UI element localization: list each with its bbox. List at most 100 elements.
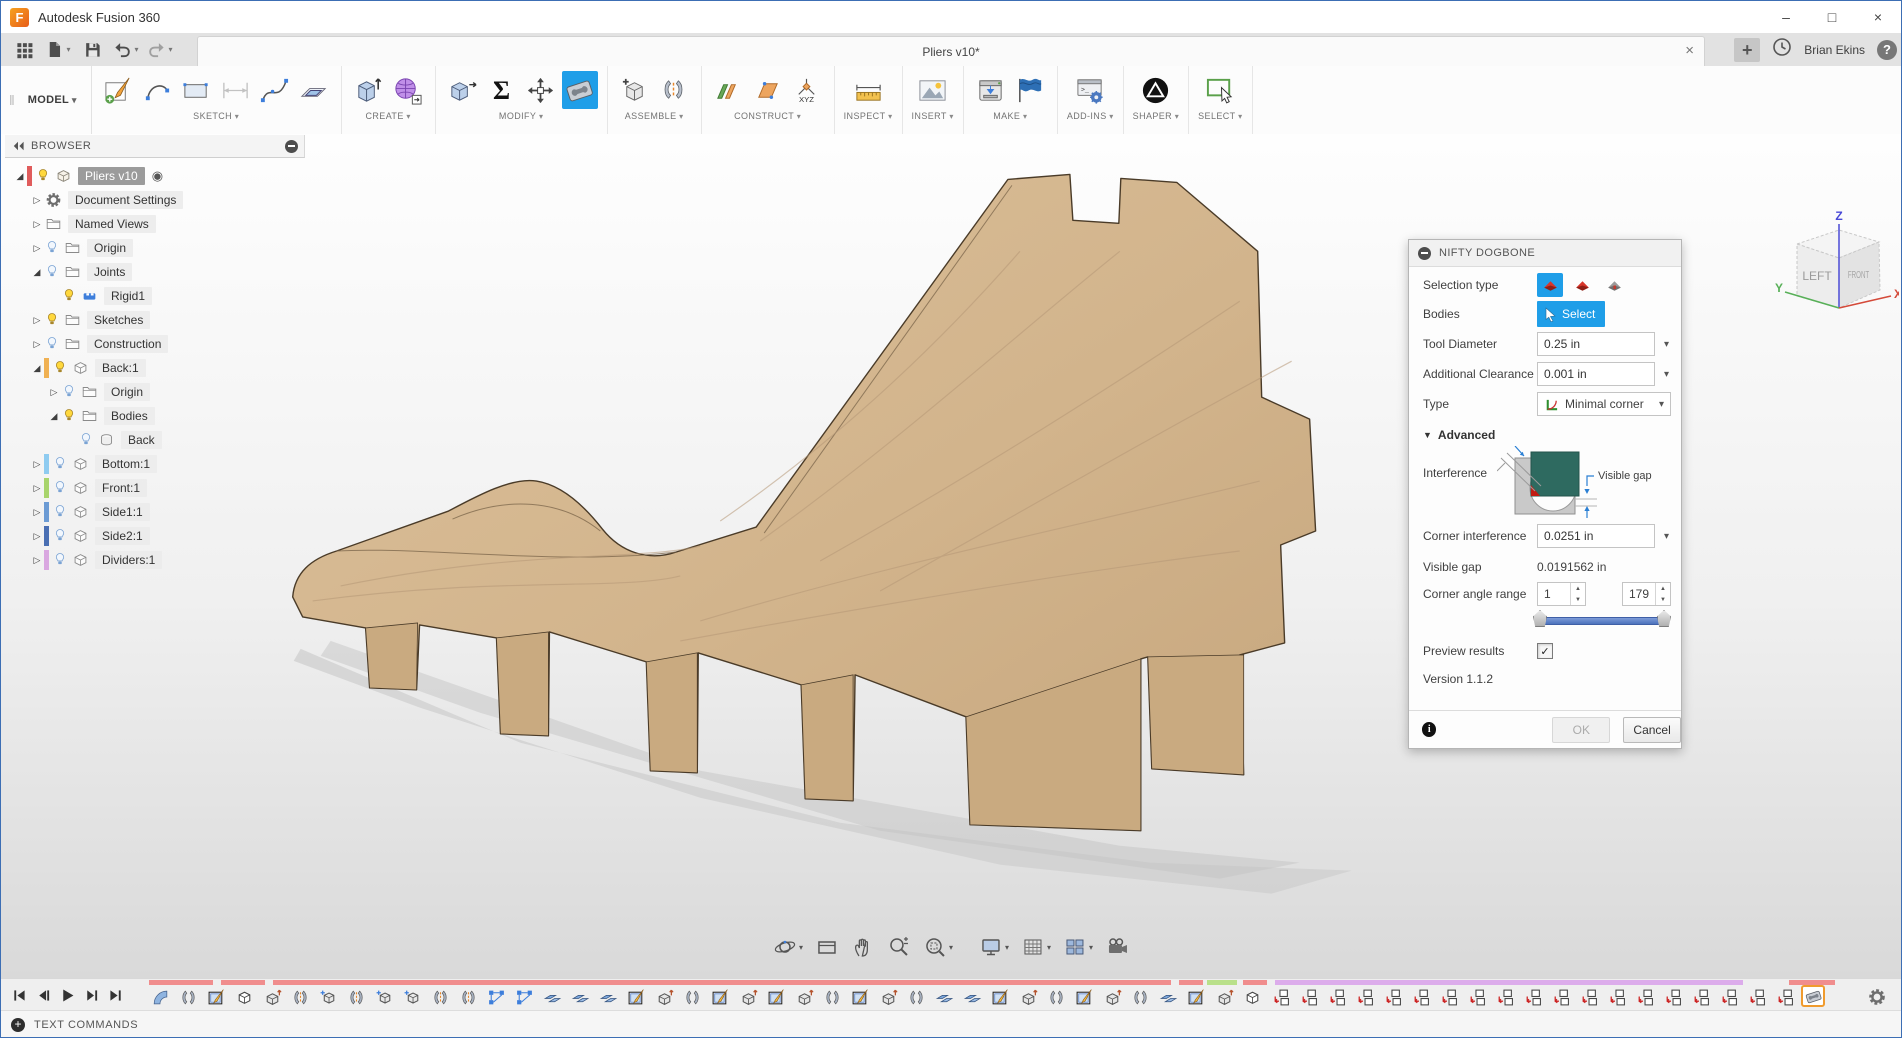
timeline-feature-component-icon[interactable] xyxy=(401,987,423,1007)
cancel-button[interactable]: Cancel xyxy=(1623,717,1681,743)
file-icon[interactable]: ▾ xyxy=(41,36,75,64)
timeline-feature-component-icon[interactable] xyxy=(317,987,339,1007)
timeline-feature-sketch-icon[interactable] xyxy=(765,987,787,1007)
tree-item-rigid1[interactable]: Rigid1 xyxy=(5,284,305,308)
dropdown-caret-icon[interactable]: ▾ xyxy=(1005,943,1009,952)
visibility-bulb-icon[interactable] xyxy=(52,503,69,521)
additional-clearance-dropdown-icon[interactable]: ▾ xyxy=(1664,369,1669,380)
expand-arrow-icon[interactable]: ▷ xyxy=(30,507,44,518)
ribbon-group-label[interactable]: MODIFY xyxy=(499,111,543,121)
info-icon[interactable]: i xyxy=(1422,722,1436,737)
viewcube-left-face[interactable]: LEFT xyxy=(1802,269,1832,283)
tree-item-label[interactable]: Bottom:1 xyxy=(95,455,157,473)
step-forward-button[interactable] xyxy=(81,985,102,1005)
additional-clearance-input[interactable]: 0.001 in xyxy=(1537,362,1655,386)
corner-interference-dropdown-icon[interactable]: ▾ xyxy=(1664,531,1669,542)
timeline-feature-extrude-icon[interactable] xyxy=(261,987,283,1007)
tree-item-label[interactable]: Back xyxy=(121,431,162,449)
selection-type-face-icon[interactable] xyxy=(1537,273,1563,297)
project-icon[interactable] xyxy=(296,71,332,109)
help-button[interactable]: ? xyxy=(1877,40,1897,60)
visibility-bulb-icon[interactable] xyxy=(61,407,78,425)
dropdown-caret-icon[interactable]: ▾ xyxy=(1089,943,1093,952)
expand-arrow-icon[interactable]: ◢ xyxy=(30,363,44,374)
timeline-feature-extrude-icon[interactable] xyxy=(1101,987,1123,1007)
ribbon-group-label[interactable]: INSPECT xyxy=(844,111,893,121)
timeline-feature-instance-icon[interactable] xyxy=(1577,987,1599,1007)
browser-minimize-icon[interactable] xyxy=(285,140,298,153)
timeline-feature-sketch-icon[interactable] xyxy=(849,987,871,1007)
point-xyz-icon[interactable]: XYZ xyxy=(789,71,825,109)
go-to-end-button[interactable] xyxy=(105,985,126,1005)
timeline-feature-sketch-icon[interactable] xyxy=(1185,987,1207,1007)
dialog-header[interactable]: NIFTY DOGBONE xyxy=(1409,240,1681,267)
timeline-feature-instance-icon[interactable] xyxy=(1689,987,1711,1007)
expand-arrow-icon[interactable]: ▷ xyxy=(30,315,44,326)
timeline-feature-instance-icon[interactable] xyxy=(1493,987,1515,1007)
tool-diameter-dropdown-icon[interactable]: ▾ xyxy=(1664,339,1669,350)
selection-type-body-icon[interactable] xyxy=(1601,273,1627,297)
undo-icon[interactable]: ▾ xyxy=(109,36,143,64)
tab-close-icon[interactable]: × xyxy=(1685,43,1694,58)
visibility-bulb-icon[interactable] xyxy=(44,311,61,329)
scripts-icon[interactable]: >_ xyxy=(1072,71,1108,109)
slider-handle-min[interactable] xyxy=(1533,610,1547,627)
workspace-switcher[interactable]: ‖ MODEL xyxy=(1,66,92,134)
timeline-feature-sketch-icon[interactable] xyxy=(709,987,731,1007)
arc-icon[interactable] xyxy=(140,71,176,109)
extrude-icon[interactable] xyxy=(351,71,387,109)
tree-item-label[interactable]: Document Settings xyxy=(68,191,183,209)
dropdown-caret-icon[interactable]: ▾ xyxy=(66,45,70,54)
timeline-feature-sketch-icon[interactable] xyxy=(205,987,227,1007)
tree-item-label[interactable]: Back:1 xyxy=(95,359,146,377)
advanced-section-toggle[interactable]: ▼ Advanced xyxy=(1423,426,1671,444)
new-component-icon[interactable] xyxy=(617,71,653,109)
tree-item-label[interactable]: Bodies xyxy=(104,407,155,425)
dropdown-caret-icon[interactable]: ▾ xyxy=(1047,943,1051,952)
tree-item-origin[interactable]: ▷Origin xyxy=(5,380,305,404)
timeline-feature-instance-icon[interactable] xyxy=(1633,987,1655,1007)
expand-arrow-icon[interactable]: ▷ xyxy=(30,219,44,230)
timeline-feature-mirror-icon[interactable] xyxy=(681,987,703,1007)
corner-angle-min-value[interactable]: 1 xyxy=(1538,583,1570,605)
ribbon-group-label[interactable]: CREATE xyxy=(366,111,411,121)
tree-item-front-1[interactable]: ▷Front:1 xyxy=(5,476,305,500)
activate-component-radio-icon[interactable]: ◉ xyxy=(152,168,163,184)
tree-item-label[interactable]: Side1:1 xyxy=(95,503,150,521)
minimize-button[interactable]: – xyxy=(1763,1,1809,33)
play-button[interactable] xyxy=(57,985,78,1005)
ok-button[interactable]: OK xyxy=(1552,717,1610,743)
timeline-feature-extrude-icon[interactable] xyxy=(1213,987,1235,1007)
expand-arrow-icon[interactable]: ▷ xyxy=(30,243,44,254)
orbit-icon[interactable]: ▾ xyxy=(767,932,809,962)
corner-angle-slider[interactable] xyxy=(1533,610,1671,628)
visibility-bulb-icon[interactable] xyxy=(44,335,61,353)
timeline-feature-instance-icon[interactable] xyxy=(1409,987,1431,1007)
text-commands-expand-icon[interactable] xyxy=(11,1018,25,1032)
measure-icon[interactable] xyxy=(850,71,886,109)
document-tab[interactable]: Pliers v10* × xyxy=(197,36,1705,66)
preview-results-checkbox[interactable]: ✓ xyxy=(1537,643,1553,659)
visibility-bulb-icon[interactable] xyxy=(52,527,69,545)
spline-icon[interactable] xyxy=(257,71,293,109)
visibility-bulb-icon[interactable] xyxy=(44,263,61,281)
ribbon-group-label[interactable]: ADD-INS xyxy=(1067,111,1114,121)
ribbon-group-label[interactable]: SHAPER xyxy=(1133,111,1179,121)
spin-down-icon[interactable]: ▼ xyxy=(1571,594,1585,605)
tree-item-label[interactable]: Dividers:1 xyxy=(95,551,162,569)
tree-item-label[interactable]: Front:1 xyxy=(95,479,147,497)
user-account-button[interactable]: Brian Ekins xyxy=(1804,43,1865,57)
timeline-feature-extrude-icon[interactable] xyxy=(653,987,675,1007)
timeline-feature-instance-icon[interactable] xyxy=(1381,987,1403,1007)
tree-item-back[interactable]: Back xyxy=(5,428,305,452)
timeline-feature-body-icon[interactable] xyxy=(1241,987,1263,1007)
ribbon-group-label[interactable]: SELECT xyxy=(1198,111,1242,121)
spin-up-icon[interactable]: ▲ xyxy=(1656,583,1670,594)
expand-arrow-icon[interactable]: ▷ xyxy=(47,387,61,398)
collapse-panel-icon[interactable] xyxy=(11,140,25,152)
tree-item-back-1[interactable]: ◢ Back:1 xyxy=(5,356,305,380)
tree-item-label[interactable]: Side2:1 xyxy=(95,527,150,545)
tree-item-label[interactable]: Pliers v10 xyxy=(78,167,145,185)
timeline-feature-extrude-icon[interactable] xyxy=(1017,987,1039,1007)
expand-arrow-icon[interactable]: ◢ xyxy=(30,267,44,278)
